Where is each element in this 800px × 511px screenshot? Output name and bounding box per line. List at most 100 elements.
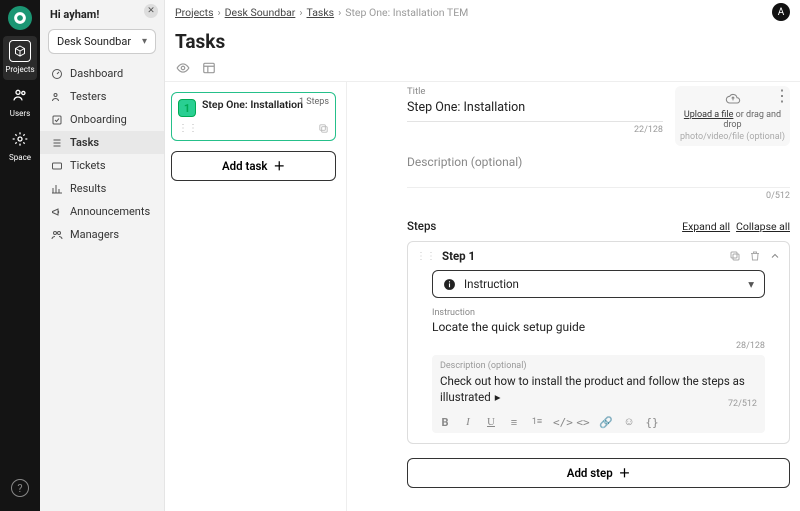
nav-label: Tickets bbox=[70, 159, 106, 172]
project-select[interactable]: Desk Soundbar ▾ bbox=[48, 29, 156, 54]
gear-icon bbox=[9, 128, 31, 150]
nav-managers[interactable]: Managers bbox=[40, 223, 164, 246]
task-number: 1 bbox=[178, 99, 196, 117]
eye-icon[interactable] bbox=[175, 61, 191, 75]
managers-icon bbox=[50, 228, 63, 241]
add-step-label: Add step bbox=[567, 466, 613, 480]
nav-results[interactable]: Results bbox=[40, 177, 164, 200]
emoji-button[interactable]: ☺ bbox=[622, 416, 636, 429]
nav-label: Results bbox=[70, 182, 106, 195]
nav-onboarding[interactable]: Onboarding bbox=[40, 108, 164, 131]
ordered-list-button[interactable]: 1≡ bbox=[530, 416, 544, 429]
instruction-counter: 28/128 bbox=[432, 341, 765, 351]
nav-dashboard[interactable]: Dashboard bbox=[40, 62, 164, 85]
tasks-icon bbox=[50, 136, 63, 149]
title-counter: 22/128 bbox=[407, 125, 663, 135]
layout-icon[interactable] bbox=[201, 61, 217, 75]
upload-dropzone[interactable]: Upload a file or drag and drop photo/vid… bbox=[675, 86, 790, 146]
nav-announcements[interactable]: Announcements bbox=[40, 200, 164, 223]
braces-button[interactable]: {} bbox=[645, 416, 659, 429]
rich-text-toolbar: B I U ≡ 1≡ </> <> 🔗 ☺ {} bbox=[438, 416, 659, 429]
rail-nav: Projects Users Space ? bbox=[0, 0, 40, 511]
embed-button[interactable]: <> bbox=[576, 416, 590, 429]
duplicate-icon[interactable] bbox=[318, 123, 329, 134]
step-card: ⋮⋮ Step 1 Instruction ▾ bbox=[407, 241, 790, 444]
step-type-label: Instruction bbox=[464, 277, 519, 291]
step-title: Step 1 bbox=[442, 249, 723, 263]
sidebar: ✕ Hi ayham! Desk Soundbar ▾ Dashboard Te… bbox=[40, 0, 165, 511]
upload-link[interactable]: Upload a file bbox=[684, 110, 734, 120]
nav-label: Managers bbox=[70, 228, 119, 241]
rail-projects[interactable]: Projects bbox=[3, 36, 37, 80]
chevron-up-icon[interactable] bbox=[769, 250, 781, 262]
dashboard-icon bbox=[50, 67, 63, 80]
task-card[interactable]: 1 Steps 1 Step One: Installation ⋮⋮ bbox=[171, 92, 336, 141]
results-icon bbox=[50, 182, 63, 195]
bold-button[interactable]: B bbox=[438, 416, 452, 429]
kebab-icon[interactable]: ⋮ bbox=[774, 88, 790, 104]
project-select-label: Desk Soundbar bbox=[57, 35, 131, 48]
italic-button[interactable]: I bbox=[461, 416, 475, 429]
step-desc-input[interactable]: Check out how to install the product and… bbox=[440, 374, 757, 405]
crumb-product[interactable]: Desk Soundbar bbox=[225, 6, 296, 19]
upload-icon bbox=[723, 91, 743, 107]
instruction-input[interactable]: Locate the quick setup guide bbox=[432, 318, 765, 338]
nav-tasks[interactable]: Tasks bbox=[40, 131, 164, 154]
nav-label: Announcements bbox=[70, 205, 150, 218]
step-desc-counter: 72/512 bbox=[728, 399, 757, 409]
text-cursor-icon: ▸ bbox=[495, 390, 501, 406]
crumb-current: Step One: Installation TEM bbox=[345, 6, 468, 19]
tickets-icon bbox=[50, 159, 63, 172]
crumb-projects[interactable]: Projects bbox=[175, 6, 214, 19]
underline-button[interactable]: U bbox=[484, 416, 498, 429]
step-desc-label: Description (optional) bbox=[440, 361, 757, 371]
title-label: Title bbox=[407, 86, 663, 97]
nav-testers[interactable]: Testers bbox=[40, 85, 164, 108]
users-icon bbox=[9, 84, 31, 106]
task-steps-count: 1 Steps bbox=[299, 97, 329, 107]
steps-label: Steps bbox=[407, 219, 436, 233]
drag-icon[interactable]: ⋮⋮ bbox=[178, 123, 198, 134]
testers-icon bbox=[50, 90, 63, 103]
task-list: 1 Steps 1 Step One: Installation ⋮⋮ Add … bbox=[165, 82, 347, 511]
onboarding-icon bbox=[50, 113, 63, 126]
close-icon[interactable]: ✕ bbox=[144, 4, 158, 18]
chevron-down-icon: ▾ bbox=[142, 36, 147, 47]
add-task-label: Add task bbox=[222, 159, 268, 173]
page-title: Tasks bbox=[165, 24, 800, 57]
nav-label: Testers bbox=[70, 90, 106, 103]
crumb-tasks[interactable]: Tasks bbox=[307, 6, 335, 19]
cube-icon bbox=[9, 40, 31, 62]
bullet-list-button[interactable]: ≡ bbox=[507, 416, 521, 429]
add-step-button[interactable]: Add step ＋ bbox=[407, 458, 790, 488]
description-counter: 0/512 bbox=[407, 191, 790, 201]
duplicate-step-icon[interactable] bbox=[729, 250, 741, 262]
link-button[interactable]: 🔗 bbox=[599, 416, 613, 429]
help-icon[interactable]: ? bbox=[11, 479, 29, 497]
nav-label: Onboarding bbox=[70, 113, 127, 126]
nav-label: Dashboard bbox=[70, 67, 123, 80]
plus-icon: ＋ bbox=[619, 465, 631, 481]
nav-tickets[interactable]: Tickets bbox=[40, 154, 164, 177]
step-type-select[interactable]: Instruction ▾ bbox=[432, 270, 765, 298]
step-description-box: Description (optional) Check out how to … bbox=[432, 355, 765, 433]
upload-hint: photo/video/file (optional) bbox=[680, 132, 785, 142]
instruction-label: Instruction bbox=[432, 308, 765, 318]
plus-icon: ＋ bbox=[274, 158, 286, 174]
collapse-all[interactable]: Collapse all bbox=[736, 220, 790, 233]
chevron-down-icon: ▾ bbox=[748, 277, 754, 291]
task-detail: ⋮ Title Step One: Installation 22/128 Up… bbox=[347, 82, 800, 511]
drag-handle-icon[interactable]: ⋮⋮ bbox=[416, 251, 436, 262]
app-logo[interactable] bbox=[8, 6, 32, 30]
rail-users[interactable]: Users bbox=[0, 80, 40, 124]
code-button[interactable]: </> bbox=[553, 416, 567, 429]
expand-all[interactable]: Expand all bbox=[682, 220, 730, 233]
title-input[interactable]: Step One: Installation bbox=[407, 97, 663, 122]
description-input[interactable]: Description (optional) bbox=[407, 152, 790, 188]
delete-step-icon[interactable] bbox=[749, 250, 761, 262]
info-icon bbox=[443, 278, 456, 291]
add-task-button[interactable]: Add task ＋ bbox=[171, 151, 336, 181]
rail-space[interactable]: Space bbox=[0, 124, 40, 168]
avatar[interactable]: A bbox=[772, 3, 790, 21]
nav-label: Tasks bbox=[70, 136, 99, 149]
